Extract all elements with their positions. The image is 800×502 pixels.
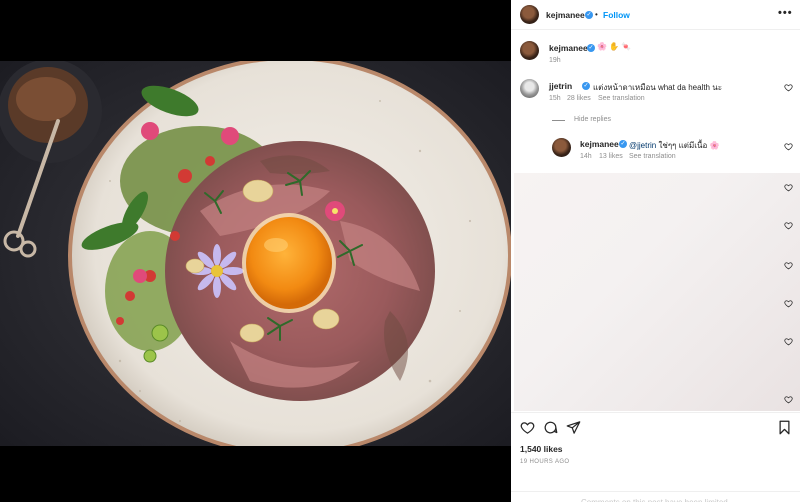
comment-like-heart-icon[interactable] — [784, 337, 793, 346]
comment-like-heart-icon[interactable] — [784, 261, 793, 270]
verified-badge-icon: ✓ — [582, 82, 590, 90]
verified-badge-icon: ✓ — [619, 140, 627, 148]
hide-replies-button[interactable]: Hide replies — [574, 116, 611, 123]
comment-like-heart-icon[interactable] — [784, 395, 793, 404]
post-header: kejmanee ✓ • Follow ••• — [511, 0, 800, 30]
commenter-avatar[interactable] — [520, 79, 539, 98]
post-actions-bar: 1,540 likes 19 HOURS AGO Comments on thi… — [511, 412, 800, 502]
instagram-post-view: kejmanee ✓ • Follow ••• kejmanee ✓ 🌸 ✋ 🍬… — [0, 0, 800, 502]
comments-limited-text: Comments on this post have been limited. — [511, 492, 800, 502]
reply-time[interactable]: 14h — [580, 153, 592, 160]
reply-see-translation[interactable]: See translation — [629, 153, 676, 160]
post-side-panel: kejmanee ✓ • Follow ••• kejmanee ✓ 🌸 ✋ 🍬… — [511, 0, 800, 502]
reply-username[interactable]: kejmanee — [580, 139, 619, 149]
reply-likes[interactable]: 13 likes — [599, 153, 623, 160]
comment-like-heart-icon[interactable] — [784, 299, 793, 308]
comment-likes[interactable]: 28 likes — [567, 95, 591, 102]
comment-time[interactable]: 15h — [549, 95, 561, 102]
more-options-icon[interactable]: ••• — [778, 7, 793, 19]
caption-time[interactable]: 19h — [549, 57, 561, 64]
comment-text: แต่งหน้าดาเหมือน what da health นะ — [593, 83, 722, 92]
post-likes-count[interactable]: 1,540 likes — [520, 444, 563, 454]
comment-bubble-icon[interactable] — [543, 420, 558, 435]
verified-badge-icon: ✓ — [587, 44, 595, 52]
comments-limited-notice: Comments on this post have been limited. — [511, 491, 800, 502]
reply-mention[interactable]: @jjetrin — [629, 141, 656, 150]
post-time-ago[interactable]: 19 HOURS AGO — [520, 459, 569, 465]
replies-divider — [552, 120, 565, 121]
comment-like-heart-icon[interactable] — [784, 83, 793, 92]
post-photo[interactable] — [0, 0, 511, 502]
separator-dot: • — [595, 10, 598, 19]
comment-like-heart-icon[interactable] — [784, 221, 793, 230]
reply-avatar[interactable] — [552, 138, 571, 157]
comment-see-translation[interactable]: See translation — [598, 95, 645, 102]
caption-username[interactable]: kejmanee — [549, 43, 588, 53]
food-bowl-image — [0, 61, 511, 446]
author-avatar[interactable] — [520, 5, 539, 24]
reply-like-heart-icon[interactable] — [784, 142, 793, 151]
follow-button[interactable]: Follow — [603, 10, 630, 20]
save-bookmark-icon[interactable] — [777, 420, 792, 435]
reply-body: ใช่ๆๆ แต่มีเนื้อ 🌸 — [658, 141, 720, 150]
caption-avatar[interactable] — [520, 41, 539, 60]
author-username[interactable]: kejmanee — [546, 10, 585, 20]
caption-emojis: 🌸 ✋ 🍬 — [597, 42, 632, 51]
verified-badge-icon: ✓ — [585, 11, 593, 19]
like-heart-icon[interactable] — [520, 420, 535, 435]
comments-placeholder — [514, 173, 800, 411]
comment-like-heart-icon[interactable] — [784, 183, 793, 192]
comment-username[interactable]: jjetrin — [549, 81, 572, 91]
reply-text: @jjetrin ใช่ๆๆ แต่มีเนื้อ 🌸 — [629, 139, 719, 152]
share-send-icon[interactable] — [566, 420, 581, 435]
